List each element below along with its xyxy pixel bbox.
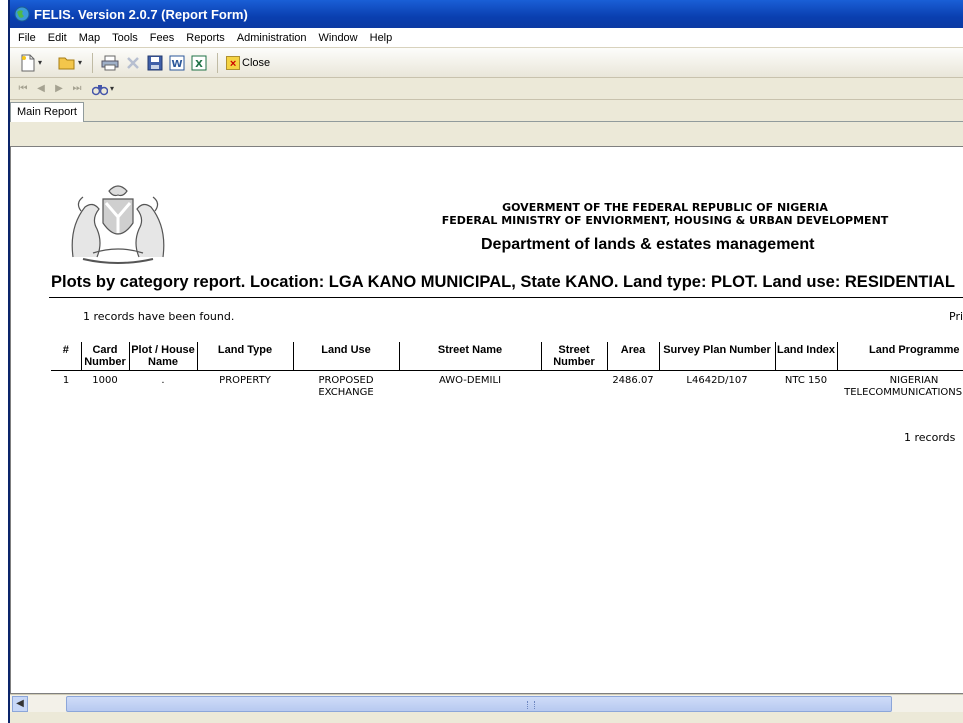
- menu-map[interactable]: Map: [73, 32, 106, 44]
- export-excel-button[interactable]: X: [191, 52, 207, 74]
- app-globe-icon: [14, 6, 30, 22]
- government-header: GOVERMENT OF THE FEDERAL REPUBLIC OF NIG…: [415, 201, 915, 227]
- last-page-icon[interactable]: ⏭: [68, 83, 86, 94]
- binoculars-icon: [92, 84, 108, 95]
- nigeria-coat-of-arms-logo: [71, 185, 165, 264]
- delete-x-icon: [127, 56, 139, 69]
- col-header: Land Index: [775, 342, 838, 371]
- cell-land-type: PROPERTY: [219, 375, 271, 386]
- report-form-window: FELIS. Version 2.0.7 (Report Form) File …: [8, 0, 963, 723]
- printer-icon: [101, 55, 119, 70]
- menu-bar: File Edit Map Tools Fees Reports Adminis…: [10, 28, 963, 48]
- cell-num: 1: [62, 375, 70, 386]
- title-divider: [49, 297, 963, 298]
- new-button[interactable]: ▾: [20, 52, 42, 74]
- next-page-icon[interactable]: ▶: [50, 83, 68, 94]
- results-table: # Card Number Plot / House Name Land Typ…: [51, 342, 963, 399]
- col-header: Card Number: [81, 342, 130, 371]
- menu-file[interactable]: File: [12, 32, 42, 44]
- new-document-icon: [21, 54, 35, 71]
- tab-main-report[interactable]: Main Report: [10, 102, 84, 122]
- chevron-down-icon: ▾: [110, 84, 115, 93]
- report-navigation-bar: ⏮ ◀ ▶ ⏭ ▾: [10, 78, 963, 100]
- close-icon: ×: [226, 55, 241, 70]
- col-header: Area: [607, 342, 660, 371]
- menu-fees[interactable]: Fees: [144, 32, 180, 44]
- find-button[interactable]: ▾: [92, 82, 114, 96]
- report-title: Plots by category report. Location: LGA …: [51, 273, 955, 291]
- toolbar-separator: [92, 52, 94, 73]
- previous-page-icon[interactable]: ◀: [32, 83, 50, 94]
- cell-plot-house-name: .: [161, 375, 165, 386]
- close-button[interactable]: × Close: [226, 52, 270, 74]
- save-disk-icon: [147, 55, 163, 70]
- open-button[interactable]: ▾: [58, 52, 82, 74]
- col-header: Survey Plan Number: [659, 342, 776, 371]
- svg-text:W: W: [172, 59, 183, 70]
- title-bar: FELIS. Version 2.0.7 (Report Form): [10, 0, 963, 28]
- col-header: #: [51, 342, 82, 371]
- col-header: Land Programme: [869, 344, 960, 356]
- print-date-text: Pri: [949, 310, 963, 323]
- delete-button[interactable]: [125, 52, 141, 74]
- menu-window[interactable]: Window: [313, 32, 364, 44]
- table-row: 1 1000 . PROPERTY PROPOSED EXCHANGE AWO-…: [51, 371, 963, 400]
- excel-icon: X: [191, 55, 207, 70]
- print-button[interactable]: [101, 52, 119, 74]
- table-header-row: # Card Number Plot / House Name Land Typ…: [51, 342, 963, 371]
- menu-tools[interactable]: Tools: [106, 32, 144, 44]
- col-header: Land Use: [293, 342, 400, 371]
- first-page-icon[interactable]: ⏮: [14, 83, 32, 94]
- cell-survey-plan-number: L4642D/107: [686, 375, 748, 386]
- close-label: Close: [242, 56, 271, 69]
- menu-administration[interactable]: Administration: [231, 32, 313, 44]
- cell-street-name: AWO-DEMILI: [438, 375, 502, 386]
- status-bar: [10, 712, 963, 723]
- cell-land-index: NTC 150: [784, 375, 828, 386]
- cell-land-programme: NIGERIAN TELECOMMUNICATIONS PLC: [844, 375, 963, 398]
- chevron-down-icon: ▾: [38, 58, 43, 67]
- report-canvas: GOVERMENT OF THE FEDERAL REPUBLIC OF NIG…: [10, 146, 963, 694]
- window-title: FELIS. Version 2.0.7 (Report Form): [34, 6, 248, 22]
- word-icon: W: [169, 55, 185, 70]
- menu-help[interactable]: Help: [364, 32, 399, 44]
- scroll-grip: [527, 701, 535, 709]
- records-footer: 1 records: [904, 431, 956, 444]
- tab-strip: Main Report: [10, 100, 963, 122]
- menu-edit[interactable]: Edit: [42, 32, 73, 44]
- chevron-down-icon: ▾: [78, 58, 83, 67]
- export-word-button[interactable]: W: [169, 52, 185, 74]
- scroll-thumb[interactable]: [66, 696, 892, 712]
- toolbar: ▾ ▾ W X × Close: [10, 48, 963, 78]
- folder-open-icon: [58, 57, 75, 69]
- department-heading: Department of lands & estates management: [481, 236, 815, 253]
- horizontal-scrollbar[interactable]: ◀: [10, 694, 963, 712]
- col-header: Plot / House Name: [129, 342, 198, 371]
- cell-card-number: 1000: [92, 375, 118, 386]
- cell-area: 2486.07: [612, 375, 654, 386]
- col-header: Street Name: [399, 342, 542, 371]
- records-found-text: 1 records have been found.: [83, 310, 235, 323]
- col-header: Street Number: [541, 342, 608, 371]
- save-button[interactable]: [147, 52, 163, 74]
- toolbar-separator: [217, 52, 219, 73]
- header-line-2: FEDERAL MINISTRY OF ENVIORMENT, HOUSING …: [441, 214, 889, 227]
- scroll-left-arrow-icon[interactable]: ◀: [12, 696, 28, 712]
- header-line-1: GOVERMENT OF THE FEDERAL REPUBLIC OF NIG…: [502, 201, 828, 214]
- col-header: Land Type: [197, 342, 294, 371]
- cell-land-use: PROPOSED EXCHANGE: [318, 375, 374, 398]
- svg-text:X: X: [195, 59, 203, 70]
- cell-street-number: [541, 371, 607, 400]
- menu-reports[interactable]: Reports: [180, 32, 231, 44]
